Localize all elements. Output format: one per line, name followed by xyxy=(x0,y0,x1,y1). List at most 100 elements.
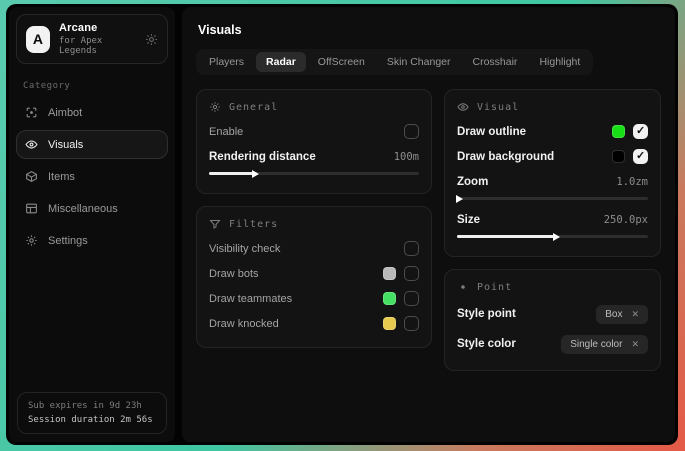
enable-label: Enable xyxy=(209,126,396,138)
draw-background-label: Draw background xyxy=(457,151,604,163)
draw-bots-label: Draw bots xyxy=(209,268,375,280)
rendering-distance-label: Rendering distance xyxy=(209,151,386,163)
draw-bots-color-swatch[interactable] xyxy=(383,267,396,280)
funnel-icon xyxy=(209,218,221,230)
rendering-distance-slider[interactable] xyxy=(209,172,419,175)
enable-row: Enable xyxy=(209,119,419,144)
app-window: A Arcane for Apex Legends Category xyxy=(6,4,678,445)
sidebar-item-label: Miscellaneous xyxy=(48,203,118,215)
visibility-check-label: Visibility check xyxy=(209,243,396,255)
sidebar-item-settings[interactable]: Settings xyxy=(16,226,168,255)
draw-teammates-color-swatch[interactable] xyxy=(383,292,396,305)
page-title: Visuals xyxy=(198,23,659,37)
style-color-value: Single color xyxy=(570,339,622,350)
cube-icon xyxy=(25,170,38,183)
zoom-slider[interactable] xyxy=(457,197,648,200)
draw-background-color-swatch[interactable] xyxy=(612,150,625,163)
rendering-distance-row: Rendering distance 100m xyxy=(209,144,419,169)
sidebar-item-items[interactable]: Items xyxy=(16,162,168,191)
tab-crosshair[interactable]: Crosshair xyxy=(463,52,528,72)
panel-title: General xyxy=(229,102,278,113)
brand-card: A Arcane for Apex Legends xyxy=(16,14,168,64)
size-row: Size 250.0px xyxy=(457,207,648,232)
gear-icon xyxy=(25,234,38,247)
crosshair-icon xyxy=(25,106,38,119)
visual-panel: Visual Draw outline Draw background Zoom xyxy=(444,89,661,257)
category-label: Category xyxy=(23,81,161,91)
sidebar-item-label: Visuals xyxy=(48,139,83,151)
style-point-value: Box xyxy=(605,309,622,320)
tab-radar[interactable]: Radar xyxy=(256,52,306,72)
sidebar-item-label: Items xyxy=(48,171,75,183)
draw-background-checkbox[interactable] xyxy=(633,149,648,164)
draw-bots-checkbox[interactable] xyxy=(404,266,419,281)
brand-text: Arcane for Apex Legends xyxy=(59,22,136,56)
draw-bots-row: Draw bots xyxy=(209,261,419,286)
draw-knocked-color-swatch[interactable] xyxy=(383,317,396,330)
draw-outline-checkbox[interactable] xyxy=(633,124,648,139)
style-point-row: Style point Box ✕ xyxy=(457,299,648,329)
slider-thumb[interactable] xyxy=(456,195,463,203)
enable-checkbox[interactable] xyxy=(404,124,419,139)
zoom-row: Zoom 1.0zm xyxy=(457,169,648,194)
rendering-distance-value: 100m xyxy=(394,151,419,163)
visibility-check-checkbox[interactable] xyxy=(404,241,419,256)
style-point-label: Style point xyxy=(457,308,588,320)
sidebar-nav: Aimbot Visuals Items xyxy=(9,95,175,255)
sidebar-item-label: Settings xyxy=(48,235,88,247)
draw-background-row: Draw background xyxy=(457,144,648,169)
general-panel: General Enable Rendering distance 100m xyxy=(196,89,432,194)
zoom-label: Zoom xyxy=(457,176,608,188)
draw-teammates-checkbox[interactable] xyxy=(404,291,419,306)
sidebar-item-aimbot[interactable]: Aimbot xyxy=(16,98,168,127)
tab-players[interactable]: Players xyxy=(199,52,254,72)
slider-thumb[interactable] xyxy=(553,233,560,241)
sidebar: A Arcane for Apex Legends Category xyxy=(9,7,175,442)
tab-offscreen[interactable]: OffScreen xyxy=(308,52,375,72)
sub-expiry-text: Sub expires in 9d 23h xyxy=(28,401,156,411)
slider-thumb[interactable] xyxy=(252,170,259,178)
tab-highlight[interactable]: Highlight xyxy=(529,52,590,72)
visuals-tabbar: Players Radar OffScreen Skin Changer Cro… xyxy=(196,49,593,75)
app-title: Arcane xyxy=(59,22,136,34)
draw-knocked-checkbox[interactable] xyxy=(404,316,419,331)
draw-teammates-row: Draw teammates xyxy=(209,286,419,311)
draw-outline-row: Draw outline xyxy=(457,119,648,144)
sidebar-item-miscellaneous[interactable]: Miscellaneous xyxy=(16,194,168,223)
main-panel: Visuals Players Radar OffScreen Skin Cha… xyxy=(182,7,675,442)
filters-panel: Filters Visibility check Draw bots Draw … xyxy=(196,206,432,348)
zoom-value: 1.0zm xyxy=(616,176,648,188)
tab-skin-changer[interactable]: Skin Changer xyxy=(377,52,461,72)
eye-icon xyxy=(457,101,469,113)
sidebar-item-label: Aimbot xyxy=(48,107,82,119)
draw-knocked-label: Draw knocked xyxy=(209,318,375,330)
panel-title: Filters xyxy=(229,219,278,230)
visibility-check-row: Visibility check xyxy=(209,236,419,261)
panel-title: Point xyxy=(477,282,512,293)
subscription-footer: Sub expires in 9d 23h Session duration 2… xyxy=(17,392,167,434)
app-logo: A xyxy=(26,26,50,53)
gear-icon xyxy=(209,101,221,113)
style-point-select[interactable]: Box ✕ xyxy=(596,305,648,324)
draw-teammates-label: Draw teammates xyxy=(209,293,375,305)
grid-icon xyxy=(25,202,38,215)
size-value: 250.0px xyxy=(604,214,648,226)
point-panel: Point Style point Box ✕ Style color Sing… xyxy=(444,269,661,371)
eye-icon xyxy=(25,138,38,151)
size-label: Size xyxy=(457,214,596,226)
style-color-select[interactable]: Single color ✕ xyxy=(561,335,648,354)
size-slider[interactable] xyxy=(457,235,648,238)
app-subtitle: for Apex Legends xyxy=(59,36,136,56)
draw-outline-color-swatch[interactable] xyxy=(612,125,625,138)
close-icon[interactable]: ✕ xyxy=(631,339,639,350)
sidebar-item-visuals[interactable]: Visuals xyxy=(16,130,168,159)
style-color-label: Style color xyxy=(457,338,553,350)
session-duration-text: Session duration 2m 56s xyxy=(28,415,156,425)
settings-gear-icon[interactable] xyxy=(145,33,158,46)
draw-outline-label: Draw outline xyxy=(457,126,604,138)
style-color-row: Style color Single color ✕ xyxy=(457,329,648,359)
close-icon[interactable]: ✕ xyxy=(631,309,639,320)
dot-icon xyxy=(457,281,469,293)
panel-title: Visual xyxy=(477,102,519,113)
draw-knocked-row: Draw knocked xyxy=(209,311,419,336)
